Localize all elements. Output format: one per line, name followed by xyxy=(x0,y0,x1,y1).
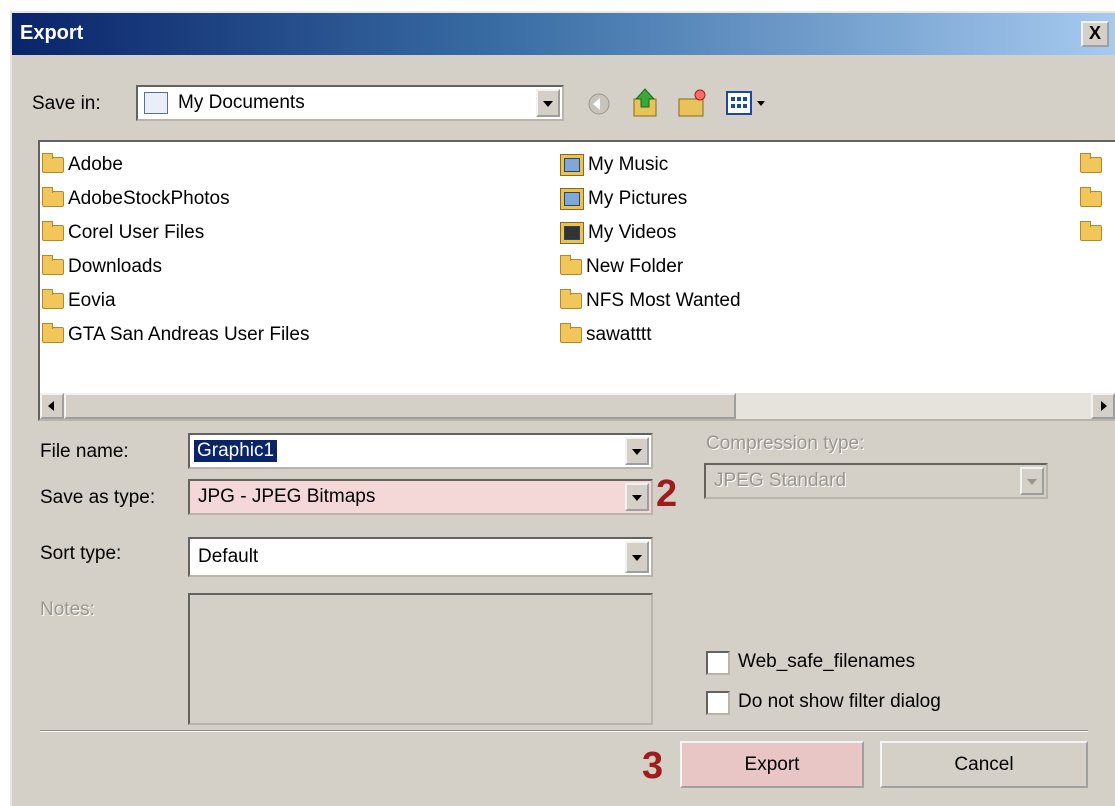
close-button[interactable]: X xyxy=(1081,21,1109,47)
view-menu-icon[interactable] xyxy=(724,87,772,119)
step-3-marker: 3 xyxy=(642,745,664,787)
web-safe-filenames-label: Web_safe_filenames xyxy=(738,651,916,672)
save-as-type-dropdown[interactable]: JPG - JPEG Bitmaps xyxy=(188,479,653,515)
scroll-left-button[interactable] xyxy=(40,393,64,419)
file-column-3-partial xyxy=(1080,148,1106,250)
folder-item[interactable] xyxy=(1080,216,1106,250)
sort-type-value: Default xyxy=(198,546,259,567)
folder-icon xyxy=(42,187,64,207)
folder-item[interactable]: NFS Most Wanted xyxy=(560,284,741,318)
sort-type-dropdown[interactable]: Default xyxy=(188,537,653,577)
no-filter-dialog-label: Do not show filter dialog xyxy=(738,691,941,712)
pictures-folder-icon xyxy=(560,188,584,210)
export-button[interactable]: Export xyxy=(680,741,864,788)
save-as-type-dropdown-button[interactable] xyxy=(625,483,649,511)
file-name-label: File name: xyxy=(40,441,129,462)
folder-item[interactable]: My Videos xyxy=(560,216,741,250)
compression-type-dropdown: JPEG Standard xyxy=(704,463,1048,499)
no-filter-dialog-checkbox[interactable] xyxy=(706,691,730,715)
cancel-button[interactable]: Cancel xyxy=(880,741,1088,788)
folder-item[interactable]: Eovia xyxy=(42,284,309,318)
file-column-1: Adobe AdobeStockPhotos Corel User Files … xyxy=(42,148,309,352)
folder-icon xyxy=(42,323,64,343)
dialog-title: Export xyxy=(20,22,84,44)
folder-item[interactable]: GTA San Andreas User Files xyxy=(42,318,309,352)
step-2-marker: 2 xyxy=(656,473,678,515)
folder-item[interactable]: Downloads xyxy=(42,250,309,284)
notes-field xyxy=(188,593,653,725)
scroll-thumb[interactable] xyxy=(64,393,736,419)
horizontal-scrollbar[interactable] xyxy=(40,393,1115,419)
folder-item[interactable]: AdobeStockPhotos xyxy=(42,182,309,216)
compression-type-dropdown-button xyxy=(1020,467,1044,495)
folder-icon xyxy=(42,153,64,173)
folder-icon xyxy=(560,323,582,343)
folder-item[interactable] xyxy=(1080,182,1106,216)
new-folder-icon[interactable] xyxy=(676,87,708,119)
folder-item[interactable]: My Music xyxy=(560,148,741,182)
compression-type-value: JPEG Standard xyxy=(714,470,847,491)
compression-type-label: Compression type: xyxy=(706,433,865,454)
file-name-value: Graphic1 xyxy=(194,440,278,462)
save-in-dropdown-button[interactable] xyxy=(536,89,560,117)
folder-item[interactable]: My Pictures xyxy=(560,182,741,216)
save-in-dropdown[interactable]: My Documents xyxy=(136,85,564,121)
folder-item[interactable]: New Folder xyxy=(560,250,741,284)
export-dialog: Export X Save in: My Documents Adobe Ado… xyxy=(10,11,1115,806)
folder-icon xyxy=(1080,153,1102,173)
folder-icon xyxy=(560,289,582,309)
folder-icon xyxy=(1080,221,1102,241)
save-as-type-value: JPG - JPEG Bitmaps xyxy=(198,486,376,507)
web-safe-filenames-checkbox[interactable] xyxy=(706,651,730,675)
file-list[interactable]: Adobe AdobeStockPhotos Corel User Files … xyxy=(38,140,1115,421)
folder-icon xyxy=(42,289,64,309)
save-in-value: My Documents xyxy=(178,92,305,113)
sort-type-dropdown-button[interactable] xyxy=(625,541,649,573)
documents-folder-icon xyxy=(144,92,168,114)
up-folder-icon[interactable] xyxy=(630,87,660,119)
separator xyxy=(40,730,1088,732)
folder-icon xyxy=(42,255,64,275)
folder-item[interactable]: sawatttt xyxy=(560,318,741,352)
videos-folder-icon xyxy=(560,222,584,244)
file-column-2: My Music My Pictures My Videos New Folde… xyxy=(560,148,741,352)
sort-type-label: Sort type: xyxy=(40,543,122,564)
folder-icon xyxy=(1080,187,1102,207)
folder-item[interactable]: Corel User Files xyxy=(42,216,309,250)
file-name-input[interactable]: Graphic1 xyxy=(188,433,653,469)
title-bar: Export X xyxy=(12,13,1115,55)
folder-icon xyxy=(42,221,64,241)
music-folder-icon xyxy=(560,154,584,176)
notes-label: Notes: xyxy=(40,599,95,620)
back-icon[interactable] xyxy=(584,89,614,119)
save-as-type-label: Save as type: xyxy=(40,487,156,508)
folder-icon xyxy=(560,255,582,275)
folder-item[interactable] xyxy=(1080,148,1106,182)
folder-item[interactable]: Adobe xyxy=(42,148,309,182)
save-in-label: Save in: xyxy=(32,93,101,114)
file-name-dropdown-button[interactable] xyxy=(625,437,649,465)
scroll-right-button[interactable] xyxy=(1091,393,1115,419)
